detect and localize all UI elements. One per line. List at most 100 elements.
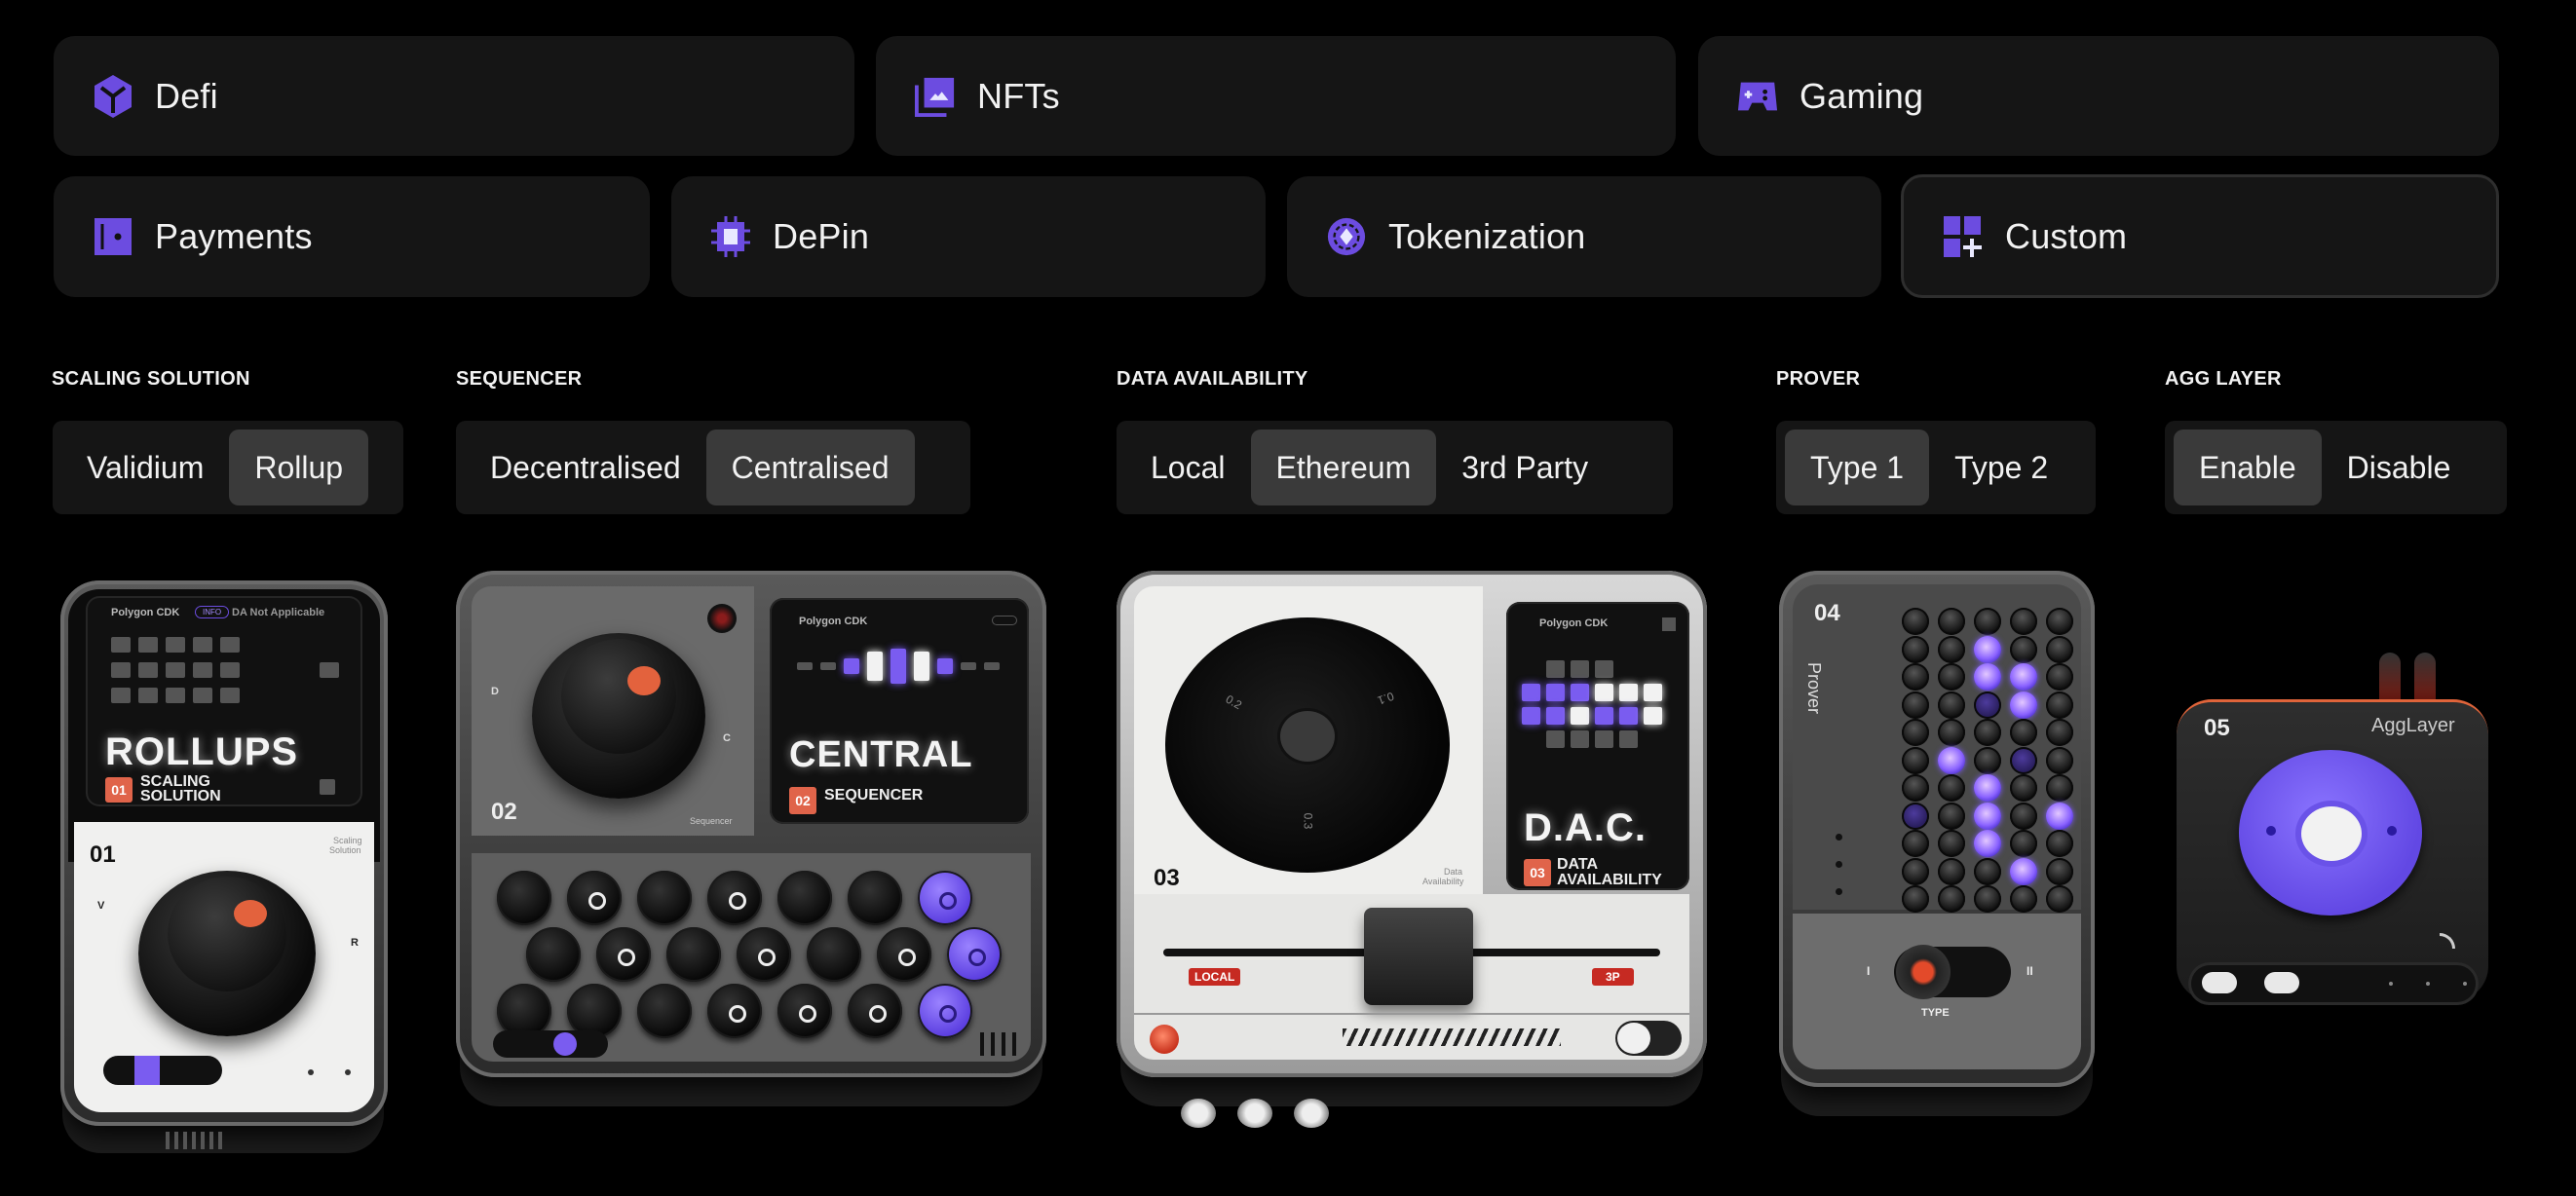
led (2010, 830, 2037, 857)
pad-button[interactable] (877, 927, 931, 982)
led (1974, 746, 2001, 774)
pixel (138, 688, 158, 703)
pad-button[interactable] (807, 927, 861, 982)
option-centralised[interactable]: Centralised (705, 430, 915, 505)
pad-button[interactable] (596, 927, 651, 982)
da-note: DA Not Applicable (232, 607, 325, 618)
use-case-tokenization[interactable]: Tokenization (1287, 176, 1881, 297)
use-case-gaming[interactable]: Gaming (1698, 36, 2499, 156)
led (1938, 691, 1965, 719)
pad-button[interactable] (737, 927, 791, 982)
led (1902, 774, 1929, 802)
pixel (193, 662, 212, 678)
pad-button[interactable] (947, 927, 1002, 982)
pixel (1571, 660, 1589, 678)
option-type-1[interactable]: Type 1 (1785, 430, 1930, 505)
pad-button[interactable] (637, 984, 692, 1038)
led (2046, 691, 2073, 719)
power-toggle[interactable] (1615, 1021, 1682, 1056)
central-screen: Polygon CDK CENTRAL 02 SEQUENCER (770, 598, 1029, 824)
pad-button[interactable] (848, 871, 902, 925)
chip-local: LOCAL (1189, 968, 1241, 986)
led (1902, 830, 1929, 857)
pad-button[interactable] (918, 984, 972, 1038)
led (1938, 635, 1965, 663)
option-rollup[interactable]: Rollup (229, 430, 369, 505)
use-case-depin[interactable]: DePin (671, 176, 1266, 297)
rail-button-2[interactable] (2264, 972, 2299, 993)
led (2046, 830, 2073, 857)
step-tag: 02 (789, 787, 816, 814)
device-prover: 04 Prover I II TYPE (1779, 571, 2095, 1136)
rail-button-1[interactable] (2202, 972, 2237, 993)
option-enable[interactable]: Enable (2174, 430, 2322, 505)
use-case-custom[interactable]: Custom (1901, 174, 2499, 298)
pixel (1546, 684, 1565, 701)
use-case-label: DePin (773, 216, 870, 256)
pad-button[interactable] (707, 984, 762, 1038)
caption-line-1: Scaling (333, 836, 362, 845)
pad-button[interactable] (777, 871, 832, 925)
switch-label: TYPE (1921, 1007, 1950, 1019)
slider-switch[interactable] (103, 1056, 222, 1085)
pixel (111, 637, 131, 653)
data-availability-selector: Local Ethereum 3rd Party (1117, 421, 1673, 514)
knob-3[interactable] (1294, 1099, 1329, 1128)
pixel (220, 688, 240, 703)
pixel (1595, 684, 1613, 701)
slider-knob (553, 1032, 577, 1056)
led (1974, 774, 2001, 802)
led (1902, 746, 1929, 774)
pad-button[interactable] (497, 871, 551, 925)
meter-bar (820, 662, 836, 670)
rollups-screen: Polygon CDK INFO DA Not Applicable ROLLU… (86, 596, 362, 806)
option-local[interactable]: Local (1125, 430, 1251, 505)
pixel (1522, 707, 1540, 725)
pad-button[interactable] (707, 871, 762, 925)
section-title-scaling-solution: SCALING SOLUTION (52, 368, 250, 390)
led (1974, 635, 2001, 663)
tag-label-line-2: SOLUTION (140, 788, 221, 804)
pad-button[interactable] (777, 984, 832, 1038)
crossfader-handle[interactable] (1364, 908, 1473, 1005)
knob-panel: D C 02 Sequencer (472, 586, 754, 836)
pad-button[interactable] (666, 927, 721, 982)
pad-button[interactable] (848, 984, 902, 1038)
pad-button[interactable] (918, 871, 972, 925)
led (1974, 719, 2001, 746)
type-switch[interactable] (1894, 945, 2011, 999)
record-button[interactable] (1150, 1025, 1179, 1054)
option-decentralised[interactable]: Decentralised (465, 430, 706, 505)
section-title-data-availability: DATA AVAILABILITY (1117, 368, 1308, 390)
option-3rd-party[interactable]: 3rd Party (1436, 430, 1613, 505)
vent-slots (1343, 1028, 1561, 1046)
knob-2[interactable] (1237, 1099, 1272, 1128)
pixel (111, 688, 131, 703)
option-type-2[interactable]: Type 2 (1929, 430, 2073, 505)
spindle (1280, 711, 1335, 762)
dial-mark-3: 0.3 (1301, 812, 1315, 830)
pad-button[interactable] (567, 871, 622, 925)
device-data-availability: 0.1 0.2 0.3 03 Data Availability Polygon… (1117, 571, 1707, 1136)
pad-button[interactable] (526, 927, 581, 982)
option-disable[interactable]: Disable (2322, 430, 2477, 505)
pixel (320, 662, 339, 678)
option-ethereum[interactable]: Ethereum (1250, 430, 1437, 505)
led (2046, 746, 2073, 774)
mark-right: C (723, 732, 731, 744)
pixel (1644, 707, 1662, 725)
led (1938, 719, 1965, 746)
slider-switch[interactable] (493, 1030, 608, 1058)
use-case-defi[interactable]: Defi (54, 36, 854, 156)
pad-button[interactable] (637, 871, 692, 925)
meter-bar (890, 649, 906, 684)
led (1902, 857, 1929, 885)
knob-1[interactable] (1181, 1099, 1216, 1128)
option-validium[interactable]: Validium (61, 430, 229, 505)
use-case-nfts[interactable]: NFTs (876, 36, 1676, 156)
brand-label: Polygon CDK (111, 607, 180, 618)
led (1902, 719, 1929, 746)
pixel (1595, 660, 1613, 678)
mark-left: D (491, 686, 499, 697)
use-case-payments[interactable]: Payments (54, 176, 650, 297)
